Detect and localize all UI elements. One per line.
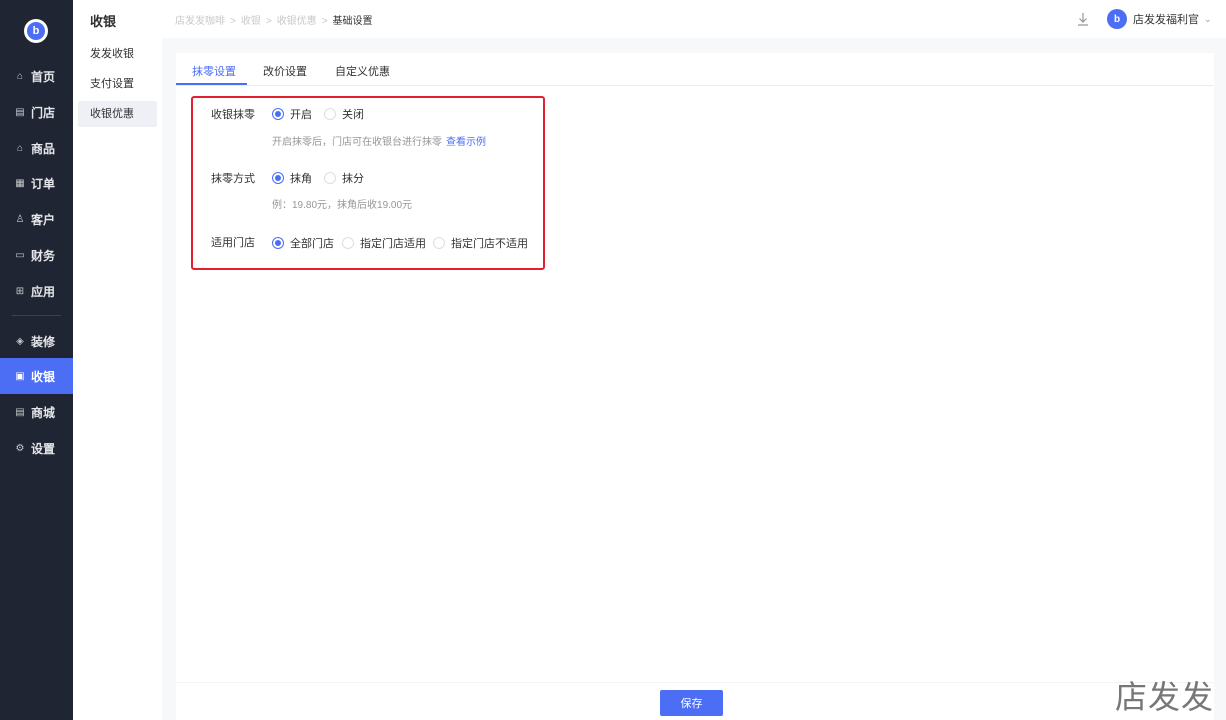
top-header: 店发发咖啡 > 收银 > 收银优惠 > 基础设置 b 店发发福利官 ⌄ — [162, 0, 1226, 38]
radio-stores-all[interactable]: 全部门店 — [272, 235, 334, 251]
breadcrumb: 店发发咖啡 > 收银 > 收银优惠 > 基础设置 — [175, 12, 373, 27]
chevron-down-icon: ⌄ — [1204, 13, 1212, 24]
method-help: 例：19.80元，抹角后收19.00元 — [272, 200, 413, 211]
radio-method-jiao[interactable]: 抹角 — [272, 170, 312, 186]
radio-checked-icon — [272, 108, 284, 120]
nav-item-label: 首页 — [31, 69, 56, 84]
nav-item-decorate[interactable]: ◈ 装修 — [0, 323, 73, 359]
store-icon: ▤ — [15, 106, 25, 118]
stores-label: 适用门店 — [211, 237, 255, 249]
radio-unchecked-icon — [342, 237, 354, 249]
nav-item-finance[interactable]: ▭ 财务 — [0, 237, 73, 273]
sub-nav: 收银 发发收银 支付设置 收银优惠 — [73, 0, 162, 720]
radio-unchecked-icon — [433, 237, 445, 249]
radio-rounding-on[interactable]: 开启 — [272, 106, 312, 122]
nav-divider — [12, 315, 61, 316]
shop-icon: ▤ — [15, 406, 25, 418]
radio-unchecked-icon — [324, 172, 336, 184]
sub-nav-title: 收银 — [90, 14, 117, 29]
tab-bar: 抹零设置 改价设置 自定义优惠 — [176, 53, 1214, 86]
footer-bar: 保存 — [176, 682, 1214, 720]
logo[interactable]: b — [24, 19, 48, 43]
download-icon[interactable] — [1076, 11, 1090, 27]
tab-rounding-settings[interactable]: 抹零设置 — [192, 63, 236, 79]
nav-item-apps[interactable]: ⊞ 应用 — [0, 273, 73, 309]
main-nav: b ⌂ 首页 ▤ 门店 ⌂ 商品 ▦ 订单 ♙ 客户 ▭ 财务 ⊞ 应用 ◈ 装… — [0, 0, 73, 720]
radio-label: 关闭 — [342, 109, 364, 121]
layers-icon: ◈ — [16, 335, 24, 347]
user-menu[interactable]: b 店发发福利官 ⌄ — [1107, 9, 1212, 29]
radio-method-fen[interactable]: 抹分 — [324, 170, 364, 186]
bag-icon: ⌂ — [16, 142, 24, 154]
rounding-help-text: 开启抹零后，门店可在收银台进行抹零 — [272, 137, 442, 148]
nav-item-order[interactable]: ▦ 订单 — [0, 165, 73, 201]
settings-card: 抹零设置 改价设置 自定义优惠 收银抹零 开启 关闭 开启抹零后，门店可在收银台… — [176, 53, 1214, 682]
radio-label: 全部门店 — [290, 238, 334, 250]
nav-item-label: 设置 — [31, 441, 56, 456]
radio-label: 指定门店适用 — [360, 238, 426, 250]
radio-label: 抹角 — [290, 173, 312, 185]
tab-custom-discount[interactable]: 自定义优惠 — [335, 63, 390, 79]
cashier-icon: ▣ — [15, 370, 25, 382]
nav-item-customer[interactable]: ♙ 客户 — [0, 201, 73, 237]
view-example-link[interactable]: 查看示例 — [446, 137, 486, 148]
gear-icon: ⚙ — [15, 442, 25, 454]
order-icon: ▦ — [15, 177, 25, 189]
sub-nav-item-fafa-cashier[interactable]: 发发收银 — [78, 41, 157, 67]
breadcrumb-current: 基础设置 — [332, 16, 373, 27]
nav-item-label: 装修 — [31, 334, 56, 349]
radio-unchecked-icon — [324, 108, 336, 120]
nav-item-store[interactable]: ▤ 门店 — [0, 94, 73, 130]
radio-stores-specified[interactable]: 指定门店适用 — [342, 235, 426, 251]
radio-label: 指定门店不适用 — [451, 238, 528, 250]
method-label: 抹零方式 — [211, 173, 255, 185]
rounding-label: 收银抹零 — [211, 109, 255, 121]
home-icon: ⌂ — [16, 70, 24, 82]
breadcrumb-item[interactable]: 收银 — [241, 16, 261, 27]
nav-item-label: 商品 — [31, 141, 56, 156]
radio-checked-icon — [272, 172, 284, 184]
radio-checked-icon — [272, 237, 284, 249]
apps-icon: ⊞ — [15, 285, 25, 297]
tab-price-change-settings[interactable]: 改价设置 — [263, 63, 307, 79]
rounding-help: 开启抹零后，门店可在收银台进行抹零 查看示例 — [272, 133, 486, 148]
radio-label: 抹分 — [342, 173, 364, 185]
sub-nav-item-payment-settings[interactable]: 支付设置 — [78, 71, 157, 97]
radio-label: 开启 — [290, 109, 312, 121]
nav-item-label: 财务 — [31, 248, 56, 263]
sub-nav-item-cashier-discount[interactable]: 收银优惠 — [78, 101, 157, 127]
breadcrumb-item[interactable]: 店发发咖啡 — [175, 16, 225, 27]
nav-item-label: 客户 — [31, 212, 56, 227]
tab-active-indicator — [176, 83, 247, 85]
nav-item-label: 门店 — [31, 105, 56, 120]
avatar: b — [1107, 9, 1127, 29]
nav-item-label: 订单 — [31, 176, 56, 191]
breadcrumb-separator: > — [230, 16, 236, 27]
nav-item-label: 应用 — [31, 284, 56, 299]
nav-item-label: 商城 — [31, 405, 56, 420]
breadcrumb-separator: > — [265, 16, 272, 27]
user-icon: ♙ — [15, 213, 25, 225]
nav-item-home[interactable]: ⌂ 首页 — [0, 58, 73, 94]
breadcrumb-item[interactable]: 收银优惠 — [277, 16, 317, 27]
wallet-icon: ▭ — [15, 249, 25, 261]
nav-item-goods[interactable]: ⌂ 商品 — [0, 130, 73, 166]
user-name: 店发发福利官 — [1133, 14, 1199, 26]
radio-rounding-off[interactable]: 关闭 — [324, 106, 364, 122]
nav-item-mall[interactable]: ▤ 商城 — [0, 394, 73, 430]
logo-mark: b — [27, 22, 45, 40]
nav-item-label: 收银 — [31, 369, 56, 384]
radio-stores-excluded[interactable]: 指定门店不适用 — [433, 235, 528, 251]
save-button[interactable]: 保存 — [660, 690, 723, 716]
breadcrumb-separator: > — [321, 16, 328, 27]
nav-item-cashier[interactable]: ▣ 收银 — [0, 358, 73, 394]
watermark: 店发发 — [1115, 678, 1215, 716]
nav-item-settings[interactable]: ⚙ 设置 — [0, 430, 73, 466]
